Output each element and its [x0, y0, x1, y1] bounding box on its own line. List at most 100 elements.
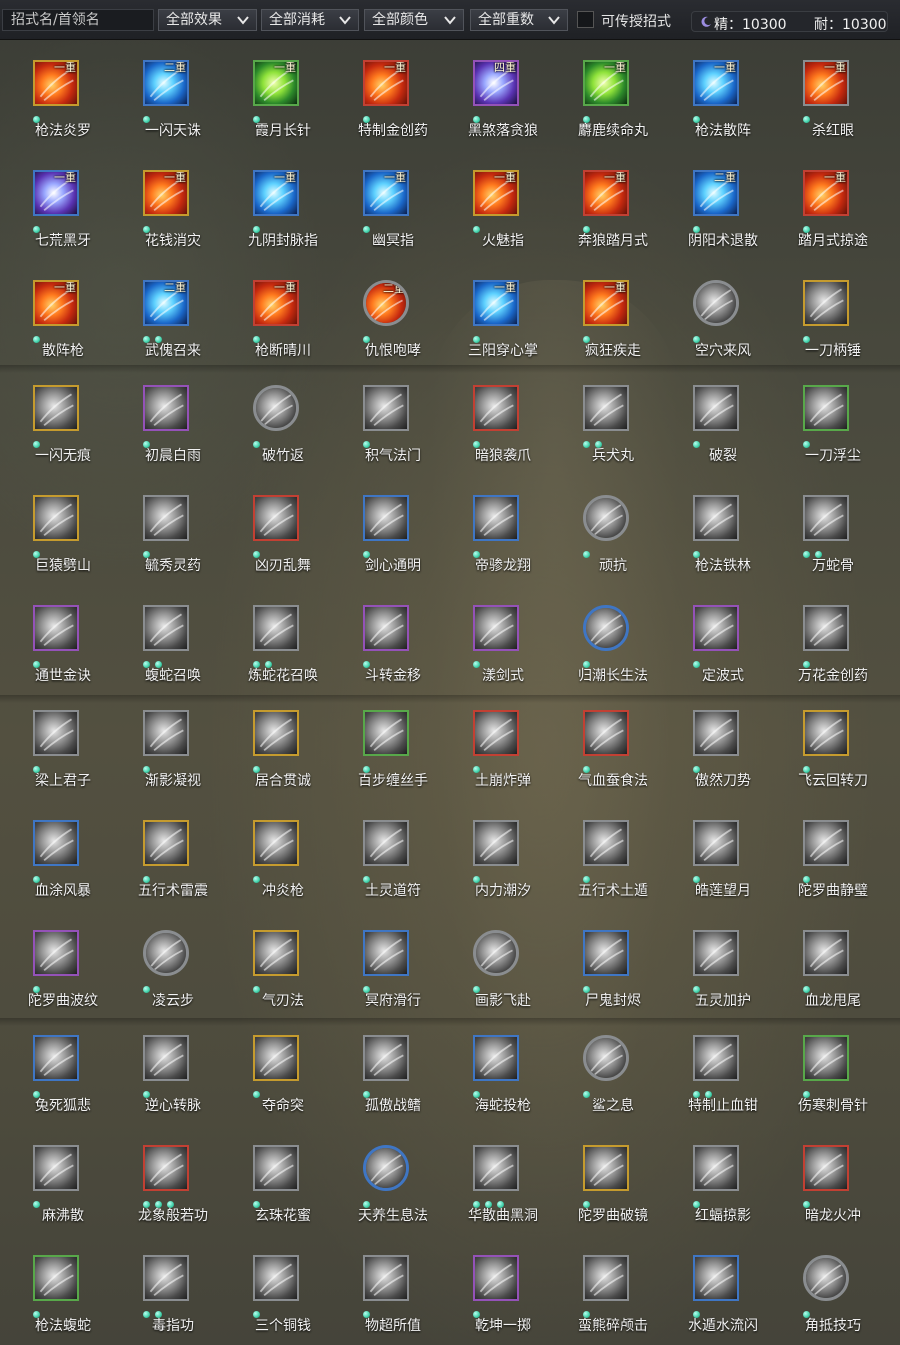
skill-icon[interactable] [803, 605, 849, 651]
skill-icon[interactable] [473, 1035, 519, 1081]
skill-card[interactable]: 蝮蛇召唤 [110, 605, 220, 705]
skill-icon[interactable] [693, 710, 739, 756]
skill-icon[interactable]: 一重 [583, 280, 629, 326]
skill-icon[interactable] [803, 1035, 849, 1081]
skill-card[interactable]: 四重 黑煞落贪狼 [440, 60, 550, 160]
skill-card[interactable]: 枪法蝮蛇 [0, 1255, 110, 1345]
skill-icon[interactable]: 一重 [33, 170, 79, 216]
skill-card[interactable]: 特制止血钳 [660, 1035, 770, 1135]
skill-card[interactable]: 暗龙火冲 [770, 1145, 880, 1245]
skill-card[interactable]: 一重 枪法散阵 [660, 60, 770, 160]
skill-card[interactable]: 红蝠掠影 [660, 1145, 770, 1245]
skill-icon[interactable] [693, 385, 739, 431]
skill-card[interactable]: 二重 阴阳术退散 [660, 170, 770, 270]
skill-icon[interactable] [693, 820, 739, 866]
skill-icon[interactable] [693, 605, 739, 651]
skill-card[interactable]: 一刀柄锤 [770, 280, 880, 380]
skill-icon[interactable] [583, 495, 629, 541]
skill-card[interactable]: 一重 特制金创药 [330, 60, 440, 160]
skill-card[interactable]: 伤寒刺骨针 [770, 1035, 880, 1135]
skill-card[interactable]: 万花金创药 [770, 605, 880, 705]
skill-icon[interactable]: 一重 [363, 60, 409, 106]
skill-card[interactable]: 剑心通明 [330, 495, 440, 595]
skill-card[interactable]: 陀罗曲静璧 [770, 820, 880, 920]
skill-icon[interactable] [253, 930, 299, 976]
skill-card[interactable]: 凶刃乱舞 [220, 495, 330, 595]
skill-card[interactable]: 冥府滑行 [330, 930, 440, 1030]
skill-icon[interactable]: 一重 [803, 60, 849, 106]
skill-card[interactable]: 兵犬丸 [550, 385, 660, 485]
skill-card[interactable]: 毒指功 [110, 1255, 220, 1345]
skill-card[interactable]: 血涂风暴 [0, 820, 110, 920]
skill-icon[interactable] [143, 605, 189, 651]
skill-card[interactable]: 一闪无痕 [0, 385, 110, 485]
skill-card[interactable]: 飞云回转刀 [770, 710, 880, 810]
skill-icon[interactable] [33, 1145, 79, 1191]
skill-icon[interactable]: 一重 [693, 60, 739, 106]
skill-card[interactable]: 居合贯诚 [220, 710, 330, 810]
skill-icon[interactable]: 二重 [363, 280, 409, 326]
skill-icon[interactable]: 二重 [693, 170, 739, 216]
skill-card[interactable]: 傲然刀势 [660, 710, 770, 810]
skill-card[interactable]: 帝骖龙翔 [440, 495, 550, 595]
skill-card[interactable]: 定波式 [660, 605, 770, 705]
skill-card[interactable]: 蛮熊碎颅击 [550, 1255, 660, 1345]
skill-icon[interactable]: 四重 [473, 60, 519, 106]
skill-icon[interactable] [473, 1255, 519, 1301]
skill-card[interactable]: 龙象般若功 [110, 1145, 220, 1245]
skill-icon[interactable] [803, 930, 849, 976]
skill-card[interactable]: 物超所值 [330, 1255, 440, 1345]
skill-icon[interactable] [803, 1145, 849, 1191]
skill-icon[interactable] [363, 710, 409, 756]
skill-card[interactable]: 皓莲望月 [660, 820, 770, 920]
skill-card[interactable]: 凌云步 [110, 930, 220, 1030]
skill-card[interactable]: 角抵技巧 [770, 1255, 880, 1345]
skill-icon[interactable] [363, 930, 409, 976]
skill-card[interactable]: 土灵道符 [330, 820, 440, 920]
skill-card[interactable]: 通世金诀 [0, 605, 110, 705]
skill-card[interactable]: 五灵加护 [660, 930, 770, 1030]
skill-icon[interactable] [33, 605, 79, 651]
skill-card[interactable]: 破裂 [660, 385, 770, 485]
skill-card[interactable]: 顽抗 [550, 495, 660, 595]
skill-icon[interactable] [253, 1255, 299, 1301]
skill-card[interactable]: 一重 枪断晴川 [220, 280, 330, 380]
skill-icon[interactable] [143, 385, 189, 431]
skill-icon[interactable] [803, 280, 849, 326]
skill-icon[interactable]: 一重 [143, 170, 189, 216]
skill-card[interactable]: 尸鬼封烬 [550, 930, 660, 1030]
skill-icon[interactable] [473, 820, 519, 866]
skill-icon[interactable] [693, 1255, 739, 1301]
skill-card[interactable]: 初晨白雨 [110, 385, 220, 485]
skill-icon[interactable]: 二重 [143, 60, 189, 106]
skill-card[interactable]: 麻沸散 [0, 1145, 110, 1245]
skill-icon[interactable] [583, 820, 629, 866]
skill-icon[interactable] [583, 1255, 629, 1301]
skill-icon[interactable] [693, 1035, 739, 1081]
skill-icon[interactable] [693, 930, 739, 976]
skill-card[interactable]: 一重 踏月式掠途 [770, 170, 880, 270]
skill-card[interactable]: 兔死狐悲 [0, 1035, 110, 1135]
skill-icon[interactable]: 一重 [253, 170, 299, 216]
skill-card[interactable]: 陀罗曲波纹 [0, 930, 110, 1030]
skill-card[interactable]: 一重 七荒黑牙 [0, 170, 110, 270]
skill-icon[interactable] [33, 820, 79, 866]
skill-card[interactable]: 内力潮汐 [440, 820, 550, 920]
skill-card[interactable]: 暗狼袭爪 [440, 385, 550, 485]
skill-icon[interactable] [693, 1145, 739, 1191]
skill-card[interactable]: 画影飞赴 [440, 930, 550, 1030]
skill-card[interactable]: 一重 幽冥指 [330, 170, 440, 270]
skill-card[interactable]: 一重 疯狂疾走 [550, 280, 660, 380]
skill-icon[interactable] [363, 1035, 409, 1081]
skill-icon[interactable] [363, 820, 409, 866]
skill-icon[interactable] [473, 1145, 519, 1191]
skill-icon[interactable] [583, 930, 629, 976]
skill-card[interactable]: 一重 杀红眼 [770, 60, 880, 160]
skill-card[interactable]: 三个铜钱 [220, 1255, 330, 1345]
skill-icon[interactable] [143, 1255, 189, 1301]
skill-icon[interactable] [143, 820, 189, 866]
skill-card[interactable]: 玄珠花蜜 [220, 1145, 330, 1245]
skill-card[interactable]: 气血蚕食法 [550, 710, 660, 810]
skill-icon[interactable] [803, 1255, 849, 1301]
skill-icon[interactable]: 一重 [583, 170, 629, 216]
